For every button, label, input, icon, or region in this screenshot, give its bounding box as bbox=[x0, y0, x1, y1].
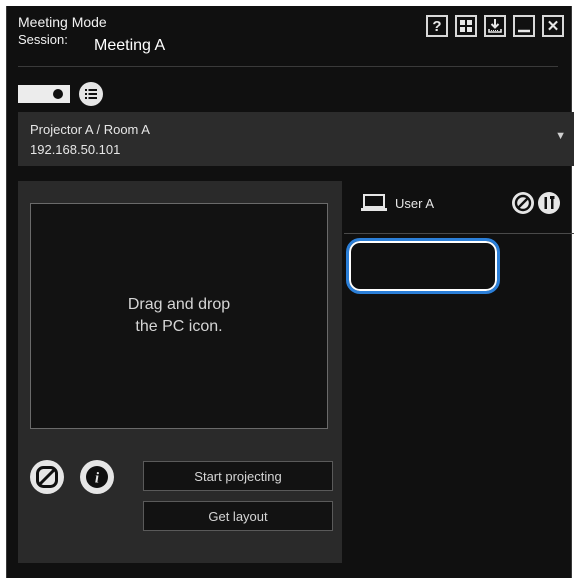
info-button[interactable]: i bbox=[80, 460, 114, 494]
projector-ip: 192.168.50.101 bbox=[30, 142, 121, 157]
chevron-down-icon: ▼ bbox=[555, 130, 566, 142]
close-icon: ✕ bbox=[546, 18, 560, 35]
minimize-icon bbox=[518, 29, 530, 33]
selected-slot[interactable] bbox=[346, 238, 500, 294]
user-name: User A bbox=[395, 196, 435, 211]
prohibit-icon[interactable] bbox=[512, 192, 534, 214]
get-layout-button[interactable]: Get layout bbox=[143, 501, 333, 531]
info-icon: i bbox=[86, 466, 108, 488]
user-divider bbox=[344, 233, 574, 234]
window-title: Meeting Mode bbox=[18, 14, 107, 30]
laptop-icon bbox=[361, 194, 387, 211]
clear-button[interactable] bbox=[30, 460, 64, 494]
drop-zone[interactable]: Drag and drop the PC icon. bbox=[30, 203, 328, 429]
download-icon bbox=[488, 19, 502, 33]
tools-icon[interactable] bbox=[538, 192, 560, 214]
header-divider bbox=[18, 66, 558, 67]
grid-icon bbox=[460, 20, 472, 32]
session-label: Session: bbox=[18, 32, 68, 47]
drop-zone-line1: Drag and drop bbox=[127, 296, 231, 313]
start-projecting-button[interactable]: Start projecting bbox=[143, 461, 333, 491]
projector-name: Projector A / Room A bbox=[30, 122, 150, 137]
help-icon: ? bbox=[432, 17, 442, 35]
close-button[interactable]: ✕ bbox=[542, 15, 564, 37]
projector-icon[interactable] bbox=[18, 85, 70, 103]
projector-select[interactable]: Projector A / Room A 192.168.50.101 ▼ bbox=[18, 112, 574, 166]
help-button[interactable]: ? bbox=[426, 15, 448, 37]
projection-panel: Drag and drop the PC icon. i Start proje… bbox=[18, 181, 342, 563]
prohibit-icon bbox=[36, 466, 58, 488]
list-icon[interactable] bbox=[79, 82, 103, 106]
drop-zone-line2: the PC icon. bbox=[135, 318, 223, 335]
layout-button[interactable] bbox=[455, 15, 477, 37]
session-name: Meeting A bbox=[94, 37, 166, 54]
download-button[interactable] bbox=[484, 15, 506, 37]
minimize-button[interactable] bbox=[513, 15, 535, 37]
